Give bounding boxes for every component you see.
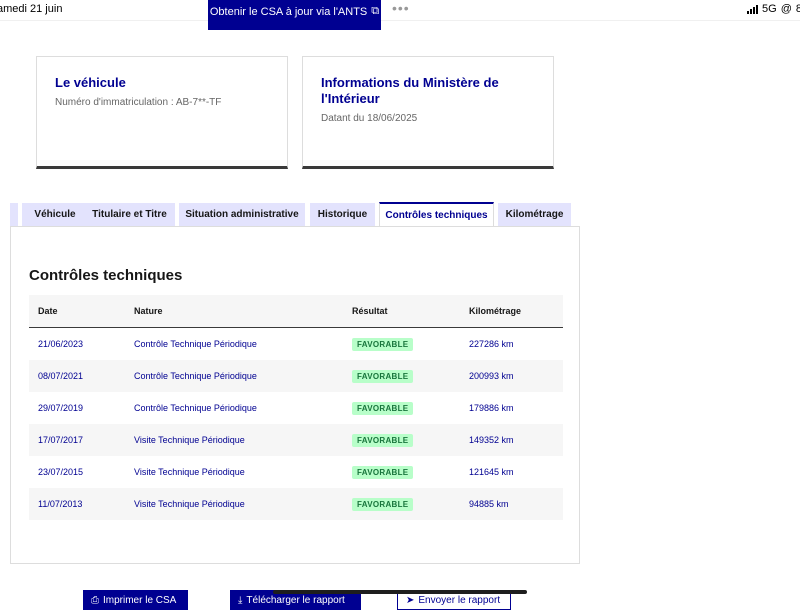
- ministry-card-title: Informations du Ministère de l'Intérieur: [321, 75, 499, 106]
- orientation-lock-icon: @: [780, 3, 792, 15]
- get-csa-ants-button[interactable]: Obtenir le CSA à jour via l'ANTS ⧉: [208, 0, 381, 30]
- status-badge: FAVORABLE: [352, 401, 414, 415]
- cell-nature: Contrôle Technique Périodique: [134, 339, 257, 349]
- status-bar: amedi 21 juin ••• 5G @ 8: [0, 0, 800, 21]
- status-right: 5G @ 8: [747, 3, 800, 15]
- cell-nature: Visite Technique Périodique: [134, 467, 245, 477]
- table-row: 17/07/2017 Visite Technique Périodique F…: [29, 424, 563, 456]
- cell-result: FAVORABLE: [343, 488, 460, 520]
- get-csa-ants-label: Obtenir le CSA à jour via l'ANTS: [209, 6, 368, 18]
- tab-controles-techniques[interactable]: Contrôles techniques: [379, 202, 494, 227]
- cell-mileage: 227286 km: [469, 339, 514, 349]
- cell-date: 08/07/2021: [29, 360, 125, 392]
- download-report-label: Télécharger le rapport: [246, 594, 345, 606]
- status-badge: FAVORABLE: [352, 369, 414, 383]
- cell-date: 29/07/2019: [38, 403, 84, 413]
- column-header-nature: Nature: [125, 295, 343, 328]
- download-icon: ⤓: [238, 594, 243, 606]
- cell-date: 17/07/2017: [29, 424, 125, 456]
- tab-previous-cropped[interactable]: [10, 203, 18, 226]
- cell-mileage: 149352 km: [460, 424, 563, 456]
- table-row: 11/07/2013 Visite Technique Périodique F…: [29, 488, 563, 520]
- cell-mileage: 121645 km: [469, 467, 514, 477]
- cell-result: FAVORABLE: [343, 424, 460, 456]
- cell-result: FAVORABLE: [343, 328, 460, 361]
- ministry-card-date: Datant du 18/06/2025: [321, 113, 418, 124]
- technical-inspections-table: Date Nature Résultat Kilométrage 21/06/2…: [29, 295, 563, 520]
- section-title: Contrôles techniques: [29, 267, 183, 284]
- cell-date: 21/06/2023: [38, 339, 84, 349]
- vehicle-card: Le véhicule Numéro d'immatriculation : A…: [36, 56, 288, 169]
- cell-date: 23/07/2015: [38, 467, 84, 477]
- print-csa-label: Imprimer le CSA: [103, 594, 177, 606]
- tab-kilometrage[interactable]: Kilométrage: [498, 203, 571, 226]
- print-icon: ⎙: [91, 594, 99, 606]
- cell-date: 11/07/2013: [29, 488, 125, 520]
- table-row: 23/07/2015 Visite Technique Périodique F…: [29, 456, 563, 488]
- column-header-mileage: Kilométrage: [460, 295, 563, 328]
- cell-nature: Contrôle Technique Périodique: [125, 360, 343, 392]
- send-icon: ➤: [406, 594, 415, 606]
- tab-vehicule[interactable]: Véhicule: [22, 203, 88, 226]
- status-badge: FAVORABLE: [352, 337, 414, 351]
- tab-titulaire[interactable]: Titulaire et Titre: [84, 203, 175, 226]
- cell-mileage: 94885 km: [460, 488, 563, 520]
- vehicle-card-title: Le véhicule: [55, 75, 126, 90]
- send-report-label: Envoyer le rapport: [418, 594, 501, 606]
- column-header-date: Date: [29, 295, 125, 328]
- cell-nature: Visite Technique Périodique: [125, 424, 343, 456]
- status-date: amedi 21 juin: [0, 3, 63, 15]
- tab-situation[interactable]: Situation administrative: [179, 203, 305, 226]
- table-row: 08/07/2021 Contrôle Technique Périodique…: [29, 360, 563, 392]
- cell-result: FAVORABLE: [343, 456, 460, 488]
- status-badge: FAVORABLE: [352, 433, 414, 447]
- cell-result: FAVORABLE: [343, 360, 460, 392]
- cell-nature: Contrôle Technique Périodique: [134, 403, 257, 413]
- home-indicator[interactable]: [273, 590, 527, 594]
- cell-nature: Visite Technique Périodique: [125, 488, 343, 520]
- vehicle-card-registration: Numéro d'immatriculation : AB-7**-TF: [55, 97, 222, 108]
- network-label: 5G: [762, 3, 777, 15]
- table-row: 21/06/2023 Contrôle Technique Périodique…: [29, 328, 563, 361]
- table-row: 29/07/2019 Contrôle Technique Périodique…: [29, 392, 563, 424]
- tab-historique[interactable]: Historique: [310, 203, 375, 226]
- print-csa-button[interactable]: ⎙ Imprimer le CSA: [83, 590, 188, 610]
- external-link-icon: ⧉: [371, 5, 380, 17]
- status-badge: FAVORABLE: [352, 465, 414, 479]
- multitasking-dots-icon[interactable]: •••: [392, 0, 410, 16]
- battery-label: 8: [795, 3, 800, 15]
- signal-icon: [747, 4, 759, 14]
- tab-panel: Contrôles techniques Date Nature Résulta…: [10, 226, 580, 564]
- ministry-card: Informations du Ministère de l'Intérieur…: [302, 56, 554, 169]
- column-header-result: Résultat: [343, 295, 460, 328]
- status-badge: FAVORABLE: [352, 497, 414, 511]
- cell-mileage: 179886 km: [469, 403, 514, 413]
- cell-result: FAVORABLE: [343, 392, 460, 424]
- cell-mileage: 200993 km: [460, 360, 563, 392]
